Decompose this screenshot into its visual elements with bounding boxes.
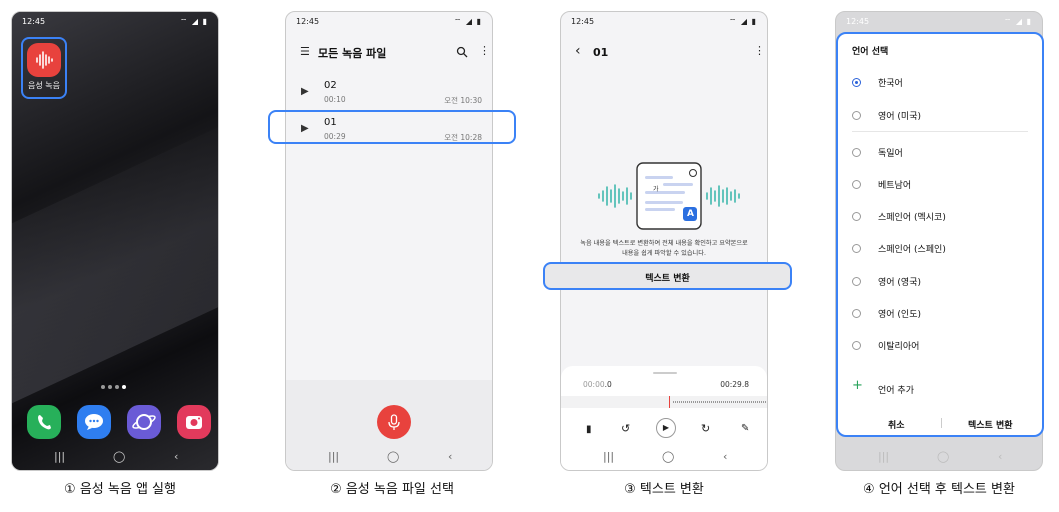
page-title: 모든 녹음 파일 — [318, 47, 387, 60]
current-time: 00:00.0 — [583, 380, 612, 389]
recents-nav-icon[interactable]: ||| — [603, 450, 614, 463]
caption-step-4: ④ 언어 선택 후 텍스트 변환 — [863, 482, 1015, 497]
radio[interactable] — [852, 212, 861, 221]
language-dialog: 언어 선택 한국어 영어 (미국) 독일어 베트남어 스페인어 (멕시코) 스페… — [836, 32, 1044, 437]
mic-icon — [388, 414, 400, 430]
add-language-button[interactable]: 언어 추가 — [878, 383, 914, 396]
page-dot — [101, 385, 105, 389]
radio[interactable] — [852, 309, 861, 318]
nav-bar: ||| ◯ ‹ — [561, 444, 767, 470]
recording-time: 오전 10:30 — [444, 96, 482, 105]
app-label: 음성 녹음 — [28, 81, 60, 90]
description-line: 녹음 내용을 텍스트로 변환하여 전체 내용을 확인하고 요약본으로 — [580, 240, 748, 247]
player-panel: 00:00.0 00:29.8 ▮ ↺ ▶ ↻ ✎ ||| ◯ ‹ — [561, 366, 767, 470]
forward-icon[interactable]: ↻ — [701, 422, 710, 435]
recording-list-item[interactable]: ▶ 02 00:10 오전 10:30 — [286, 76, 492, 110]
divider — [852, 131, 1028, 132]
recording-title: 01 — [593, 46, 609, 59]
status-icons: ⌔ ◢ ▮ — [179, 17, 208, 26]
plus-icon[interactable]: + — [852, 378, 863, 393]
playhead[interactable] — [669, 396, 670, 408]
dialog-title: 언어 선택 — [852, 47, 889, 57]
radio[interactable] — [852, 180, 861, 189]
page-dot — [115, 385, 119, 389]
status-icons: ⌔ ◢ ▮ — [728, 17, 757, 26]
caption-step-2: ② 음성 녹음 파일 선택 — [330, 482, 454, 497]
cancel-button[interactable]: 취소 — [888, 418, 905, 431]
voice-recorder-app-icon[interactable] — [27, 43, 61, 77]
recordings-list-phone: 12:45 ⌔ ◢ ▮ ☰ 모든 녹음 파일 ⋮ ▶ 02 00:10 오전 1… — [285, 11, 493, 471]
convert-button[interactable]: 텍스트 변환 — [968, 418, 1013, 431]
convert-text-label: 텍스트 변환 — [645, 274, 690, 284]
waveform-track[interactable] — [561, 396, 767, 408]
radio[interactable] — [852, 244, 861, 253]
status-bar: 12:45 ⌔ ◢ ▮ — [22, 17, 208, 29]
description: 녹음 내용을 텍스트로 변환하여 전체 내용을 확인하고 요약본으로 내용을 쉽… — [561, 239, 767, 259]
play-button[interactable]: ▶ — [656, 418, 676, 438]
home-nav-icon[interactable]: ◯ — [662, 450, 674, 463]
back-nav-icon[interactable]: ‹ — [723, 450, 727, 463]
convert-text-button[interactable]: 텍스트 변환 — [543, 262, 792, 290]
recording-detail-phone: 12:45 ⌔ ◢ ▮ ‹ 01 ⋮ 가 A 녹음 내용을 텍스트로 변환하여 … — [560, 11, 768, 471]
korean-glyph: 가 — [653, 186, 659, 193]
radio[interactable] — [852, 148, 861, 157]
home-nav-icon[interactable]: ◯ — [113, 450, 125, 463]
recents-nav-icon[interactable]: ||| — [878, 450, 889, 463]
internet-icon[interactable] — [127, 405, 161, 439]
bookmark-icon[interactable]: ▮ — [586, 424, 592, 435]
home-screen-phone: 12:45 ⌔ ◢ ▮ 음성 녹음 ||| ◯ ‹ — [11, 11, 219, 471]
total-time: 00:29.8 — [720, 380, 749, 389]
back-nav-icon[interactable]: ‹ — [448, 450, 452, 463]
waveform — [673, 401, 767, 403]
search-icon[interactable] — [456, 43, 468, 62]
nav-bar: ||| ◯ ‹ — [286, 444, 492, 470]
status-bar: 12:45 ⌔ ◢ ▮ — [296, 17, 482, 29]
rewind-icon[interactable]: ↺ — [621, 422, 630, 435]
status-time: 12:45 — [22, 17, 46, 26]
back-nav-icon[interactable]: ‹ — [998, 450, 1002, 463]
transcription-illustration — [598, 162, 740, 230]
home-nav-icon[interactable]: ◯ — [387, 450, 399, 463]
radio-selected[interactable] — [852, 78, 861, 87]
status-icons: ⌔ ◢ ▮ — [1003, 17, 1032, 26]
english-glyph: A — [687, 209, 694, 219]
edit-icon[interactable]: ✎ — [741, 423, 749, 434]
phone-icon[interactable] — [27, 405, 61, 439]
status-time: 12:45 — [296, 17, 320, 26]
drag-handle[interactable] — [653, 372, 677, 374]
status-time: 12:45 — [571, 17, 595, 26]
nav-bar: ||| ◯ ‹ — [836, 444, 1042, 470]
radio[interactable] — [852, 111, 861, 120]
radio[interactable] — [852, 277, 861, 286]
nav-bar: ||| ◯ ‹ — [12, 444, 218, 470]
more-options-icon[interactable]: ⋮ — [479, 44, 490, 57]
menu-icon[interactable]: ☰ — [300, 45, 310, 58]
button-divider — [941, 418, 942, 428]
radio[interactable] — [852, 341, 861, 350]
recents-nav-icon[interactable]: ||| — [328, 450, 339, 463]
back-nav-icon[interactable]: ‹ — [174, 450, 178, 463]
play-icon[interactable]: ▶ — [301, 86, 309, 97]
page-dot-active — [122, 385, 126, 389]
status-bar: 12:45 ⌔ ◢ ▮ — [571, 17, 757, 29]
page-dot — [108, 385, 112, 389]
status-time: 12:45 — [846, 17, 870, 26]
caption-step-1: ① 음성 녹음 앱 실행 — [64, 482, 176, 497]
description-line: 내용을 쉽게 파악할 수 있습니다. — [622, 250, 706, 257]
status-icons: ⌔ ◢ ▮ — [453, 17, 482, 26]
back-icon[interactable]: ‹ — [575, 43, 581, 59]
messages-icon[interactable] — [77, 405, 111, 439]
home-nav-icon[interactable]: ◯ — [937, 450, 949, 463]
highlight-file-01 — [268, 110, 516, 144]
camera-icon[interactable] — [177, 405, 211, 439]
record-button[interactable] — [377, 405, 411, 439]
waveform-icon — [36, 51, 53, 69]
caption-step-3: ③ 텍스트 변환 — [624, 482, 704, 497]
status-bar: 12:45 ⌔ ◢ ▮ — [846, 17, 1032, 29]
more-options-icon[interactable]: ⋮ — [754, 44, 765, 57]
recents-nav-icon[interactable]: ||| — [54, 450, 65, 463]
recording-duration: 00:10 — [324, 95, 346, 104]
recording-name: 02 — [324, 80, 337, 91]
